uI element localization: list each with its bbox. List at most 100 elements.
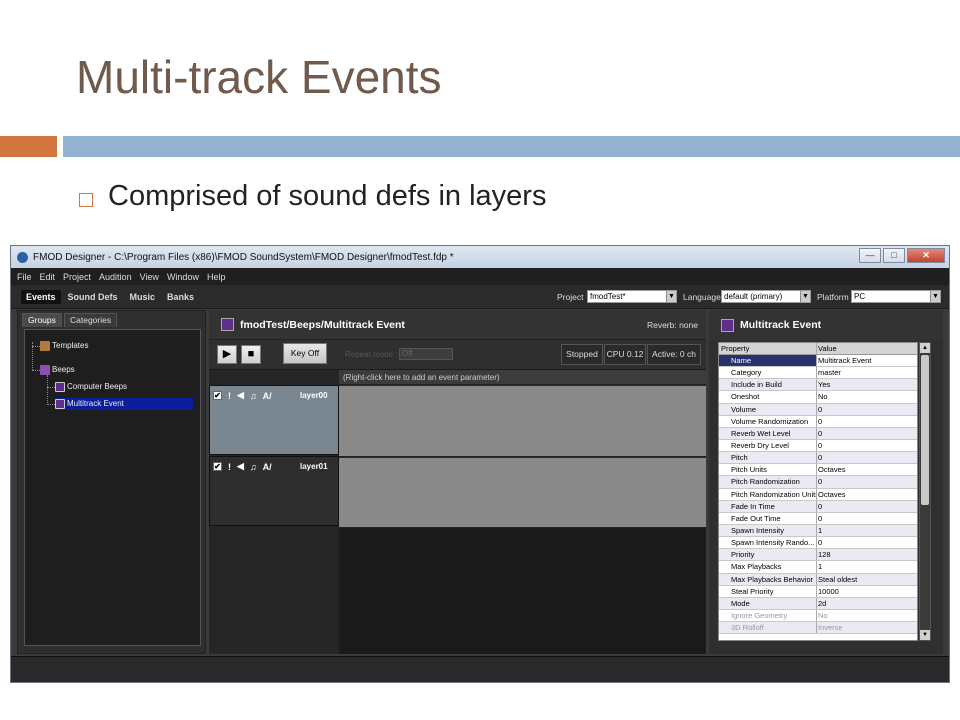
tab-groups[interactable]: Groups (22, 313, 62, 327)
property-row[interactable]: Mode 2d (719, 597, 917, 610)
tree-item-templates[interactable]: Templates (40, 340, 88, 352)
minimize-button[interactable]: — (859, 248, 881, 263)
property-value[interactable]: 0 (817, 513, 917, 524)
column-property[interactable]: Property (719, 343, 817, 354)
property-value[interactable]: 128 (817, 549, 917, 560)
property-row[interactable]: Pitch Randomization 0 (719, 476, 917, 489)
property-value[interactable]: 0 (817, 501, 917, 512)
property-value[interactable]: Multitrack Event (817, 355, 917, 367)
layer-enable-checkbox[interactable]: ✔ (213, 391, 222, 400)
property-row[interactable]: Steal Priority 10000 (719, 585, 917, 598)
property-row[interactable]: Volume Randomization 0 (719, 415, 917, 428)
property-row[interactable]: Pitch 0 (719, 452, 917, 465)
property-value[interactable]: 1 (817, 561, 917, 572)
language-select[interactable]: default (primary) ▼ (721, 290, 811, 303)
menu-help[interactable]: Help (207, 272, 226, 282)
project-select[interactable]: fmodTest* ▼ (587, 290, 677, 303)
property-row[interactable]: Reverb Wet Level 0 (719, 427, 917, 440)
property-value[interactable]: master (817, 367, 917, 378)
menu-file[interactable]: File (17, 272, 32, 282)
speaker-icon[interactable]: ◀ (237, 390, 244, 401)
tab-music[interactable]: Music (125, 290, 161, 304)
speaker-icon[interactable]: ◀ (237, 461, 244, 472)
stop-button[interactable]: ■ (241, 345, 261, 364)
platform-select[interactable]: PC ▼ (851, 290, 941, 303)
close-button[interactable]: ✕ (907, 248, 945, 263)
property-row[interactable]: Name Multitrack Event (719, 355, 917, 368)
property-row[interactable]: Include in Build Yes (719, 379, 917, 392)
property-row[interactable]: Ignore Geometry No (719, 609, 917, 623)
scroll-thumb[interactable] (921, 355, 929, 505)
property-value[interactable]: 0 (817, 404, 917, 415)
music-note-icon[interactable]: ♫ (250, 462, 257, 472)
property-row[interactable]: Fade Out Time 0 (719, 512, 917, 525)
groups-panel: Groups Categories Templates Beeps Comput… (17, 310, 206, 654)
property-name: Ignore Geometry (719, 609, 817, 622)
column-value[interactable]: Value (817, 343, 917, 354)
property-value[interactable]: 2d (817, 598, 917, 609)
property-row[interactable]: Spawn Intensity Rando... 0 (719, 537, 917, 550)
property-value[interactable]: 0 (817, 476, 917, 487)
tab-categories[interactable]: Categories (64, 313, 118, 327)
property-value[interactable]: 0 (817, 416, 917, 427)
tree-item-multitrack-event[interactable]: Multitrack Event (55, 398, 193, 410)
property-row[interactable]: Pitch Units Octaves (719, 464, 917, 477)
repeat-mode-value: Off (402, 349, 413, 358)
menu-view[interactable]: View (140, 272, 159, 282)
tab-sound-defs[interactable]: Sound Defs (63, 290, 123, 304)
property-value[interactable]: 0 (817, 537, 917, 548)
property-row[interactable]: Spawn Intensity 1 (719, 524, 917, 538)
tree-item-beeps[interactable]: Beeps (40, 364, 75, 376)
property-row[interactable]: Max Playbacks Behavior Steal oldest (719, 573, 917, 586)
property-row[interactable]: Priority 128 (719, 549, 917, 562)
tab-events[interactable]: Events (21, 289, 61, 304)
properties-scrollbar[interactable]: ▲ ▼ (919, 342, 931, 641)
menu-edit[interactable]: Edit (40, 272, 56, 282)
layer-row[interactable]: ✔ ! ◀ ♫ A/ layer01 (209, 456, 339, 526)
property-row[interactable]: Oneshot No (719, 391, 917, 404)
property-row[interactable]: Reverb Dry Level 0 (719, 439, 917, 453)
property-row[interactable]: Max Playbacks 1 (719, 561, 917, 574)
layer-enable-checkbox[interactable]: ✔ (213, 462, 222, 471)
scroll-down-icon[interactable]: ▼ (920, 630, 930, 640)
menu-window[interactable]: Window (167, 272, 199, 282)
play-button[interactable]: ▶ (217, 345, 237, 364)
tree-item-computer-beeps[interactable]: Computer Beeps (55, 381, 127, 393)
property-value[interactable]: 10000 (817, 586, 917, 597)
property-row[interactable]: 3D Rolloff Inverse (719, 622, 917, 635)
maximize-button[interactable]: □ (883, 248, 905, 263)
scroll-up-icon[interactable]: ▲ (920, 343, 930, 353)
property-value[interactable]: 1 (817, 525, 917, 536)
property-value[interactable]: No (817, 391, 917, 402)
effect-icon[interactable]: A/ (263, 462, 272, 472)
property-value[interactable]: Octaves (817, 464, 917, 475)
menu-project[interactable]: Project (63, 272, 91, 282)
menu-audition[interactable]: Audition (99, 272, 132, 282)
key-off-button[interactable]: Key Off (283, 343, 327, 364)
property-value[interactable]: 0 (817, 452, 917, 463)
property-value[interactable]: 0 (817, 428, 917, 439)
music-note-icon[interactable]: ♫ (250, 391, 257, 401)
property-value[interactable]: Octaves (817, 489, 917, 500)
property-row[interactable]: Fade In Time 0 (719, 500, 917, 513)
property-value[interactable]: Inverse (817, 622, 917, 633)
repeat-mode-select[interactable]: Off (399, 348, 453, 360)
layer-row[interactable]: ✔ ! ◀ ♫ A/ layer00 (209, 385, 339, 455)
effect-icon[interactable]: A/ (263, 391, 272, 401)
empty-lane-area[interactable] (339, 528, 706, 654)
layer-lane[interactable] (339, 458, 706, 528)
property-row[interactable]: Volume 0 (719, 403, 917, 416)
property-value[interactable]: Steal oldest (817, 574, 917, 585)
properties-panel: Multitrack Event Property Value Name Mult… (709, 310, 943, 654)
exclaim-icon[interactable]: ! (228, 391, 231, 401)
property-value[interactable]: 0 (817, 440, 917, 451)
property-name: Steal Priority (719, 585, 817, 597)
property-value[interactable]: No (817, 610, 917, 621)
property-row[interactable]: Category master (719, 367, 917, 380)
exclaim-icon[interactable]: ! (228, 462, 231, 472)
tab-banks[interactable]: Banks (162, 290, 199, 304)
layer-lane[interactable] (339, 386, 706, 457)
property-value[interactable]: Yes (817, 379, 917, 390)
parameter-hint[interactable]: (Right-click here to add an event parame… (339, 370, 706, 385)
property-row[interactable]: Pitch Randomization Units Octaves (719, 488, 917, 501)
